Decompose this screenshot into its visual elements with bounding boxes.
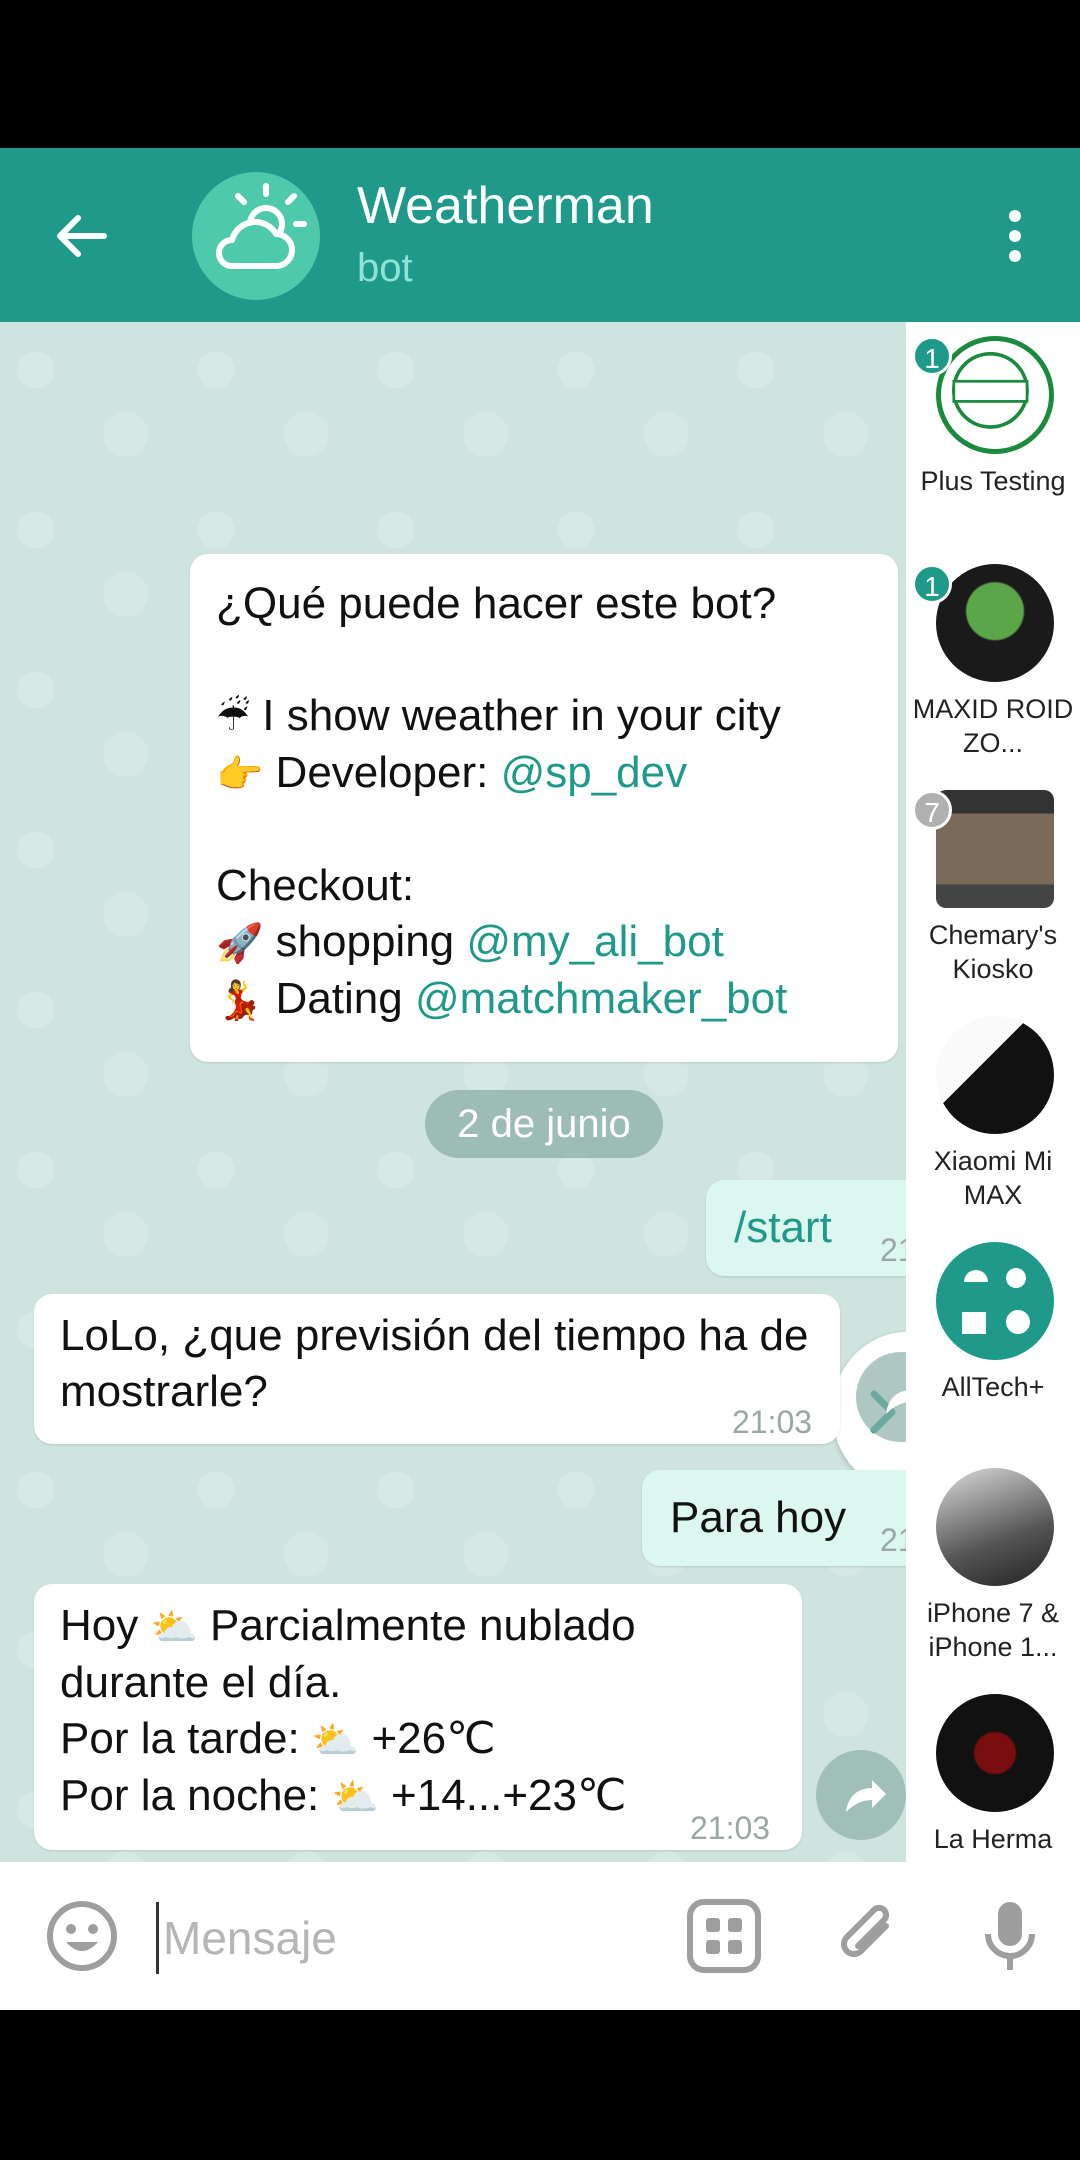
bot-avatar[interactable] — [192, 172, 320, 300]
sidebar-chat-chemarys-kiosko[interactable]: 7 Chemary's Kiosko — [906, 790, 1080, 990]
bot-commands-grid-icon[interactable] — [684, 1896, 764, 1976]
share-button[interactable] — [856, 1352, 906, 1442]
message-time: 21:03 — [690, 1810, 771, 1846]
outgoing-message: Para hoy 21 — [642, 1470, 906, 1566]
chat-area[interactable]: ¿Qué puede hacer este bot? ☔ I show weat… — [0, 322, 906, 1862]
pointing-hand-icon: 👉 — [216, 752, 264, 796]
message-composer — [0, 1862, 1080, 2010]
bot-intro-message: ¿Qué puede hacer este bot? ☔ I show weat… — [190, 554, 898, 1062]
chat-avatar — [936, 1016, 1054, 1134]
chat-name: Xiaomi Mi MAX — [933, 1146, 1053, 1210]
rocket-icon: 🚀 — [216, 921, 264, 965]
partly-cloudy-icon: ⛅ — [331, 1775, 379, 1819]
sidebar-chat-iphone[interactable]: iPhone 7 & iPhone 1... — [906, 1468, 1080, 1668]
chat-avatar — [936, 564, 1054, 682]
intro-line-developer: 👉 Developer: @sp_dev — [216, 748, 688, 797]
microphone-icon[interactable] — [970, 1896, 1050, 1976]
partly-cloudy-icon: ⛅ — [150, 1605, 198, 1649]
share-arrow-icon — [886, 1390, 906, 1414]
chat-avatar — [936, 1694, 1054, 1812]
chats-sidebar[interactable]: 1 Plus Testing 1 MAXID ROID ZO... 7 Chem… — [906, 322, 1080, 1862]
status-bar — [0, 0, 1080, 148]
chat-name: Plus Testing — [920, 466, 1066, 496]
sidebar-chat-plus-testing[interactable]: 1 Plus Testing — [906, 336, 1080, 536]
intro-line-dating: 💃 Dating @matchmaker_bot — [216, 974, 788, 1023]
message-text: LoLo, ¿que previsión del tiempo ha de mo… — [60, 1311, 809, 1416]
sidebar-chat-xiaomi-mi-max[interactable]: Xiaomi Mi MAX — [906, 1016, 1080, 1216]
date-chip: 2 de junio — [425, 1090, 663, 1158]
umbrella-icon: ☔ — [216, 695, 251, 739]
mention-link[interactable]: @sp_dev — [501, 748, 688, 797]
chat-name: Chemary's Kiosko — [928, 920, 1058, 984]
chat-header: Weatherman bot — [0, 148, 1080, 322]
sidebar-chat-alltech[interactable]: AllTech+ — [906, 1242, 1080, 1442]
chat-subtitle: bot — [357, 246, 413, 290]
chat-avatar — [936, 790, 1054, 908]
back-arrow-icon[interactable] — [52, 206, 112, 266]
chat-avatar — [936, 1468, 1054, 1586]
intro-line-shopping: 🚀 shopping @my_ali_bot — [216, 917, 724, 966]
chat-avatar — [936, 336, 1054, 454]
message-time: 21:03 — [732, 1404, 813, 1440]
chat-name: MAXID ROID ZO... — [912, 694, 1074, 758]
forecast-message: Hoy ⛅ Parcialmente nublado durante el dí… — [34, 1584, 802, 1850]
chat-name: AllTech+ — [941, 1372, 1045, 1402]
mention-link[interactable]: @matchmaker_bot — [415, 974, 787, 1023]
chat-name: La Herma — [933, 1824, 1053, 1854]
unread-badge: 1 — [912, 336, 952, 376]
emoji-smiley-icon[interactable] — [42, 1896, 122, 1976]
chat-title[interactable]: Weatherman — [357, 176, 654, 236]
dancer-icon: 💃 — [216, 978, 264, 1022]
message-time: 21 — [880, 1522, 906, 1558]
intro-heading: ¿Qué puede hacer este bot? — [216, 579, 777, 628]
weather-cloud-sun-icon — [216, 183, 307, 269]
intro-line-weather: ☔ I show weather in your city — [216, 691, 781, 740]
sidebar-chat-la-herma[interactable]: La Herma — [906, 1694, 1080, 1862]
chat-name: iPhone 7 & iPhone 1... — [926, 1598, 1060, 1662]
message-text: Para hoy — [670, 1493, 847, 1542]
mention-link[interactable]: @my_ali_bot — [466, 917, 723, 966]
unread-badge: 1 — [912, 564, 952, 604]
message-time: 21 — [880, 1232, 906, 1268]
intro-checkout: Checkout: — [216, 861, 415, 910]
attach-paperclip-icon[interactable] — [828, 1896, 908, 1976]
message-text[interactable]: /start — [734, 1200, 832, 1256]
message-input[interactable] — [156, 1902, 665, 1974]
chat-avatar — [936, 1242, 1054, 1360]
system-nav-bar — [0, 2010, 1080, 2160]
share-button[interactable] — [816, 1750, 906, 1840]
sidebar-chat-maxid-roid[interactable]: 1 MAXID ROID ZO... — [906, 564, 1080, 764]
android-apple-windows-linux-icon — [962, 1268, 1030, 1334]
incoming-message: LoLo, ¿que previsión del tiempo ha de mo… — [34, 1294, 840, 1444]
testing-stamp-icon — [951, 351, 1029, 429]
outgoing-message: /start 21 — [706, 1180, 906, 1276]
more-options-icon[interactable] — [1000, 206, 1030, 266]
share-arrow-icon — [846, 1780, 886, 1812]
unread-badge: 7 — [912, 790, 952, 830]
partly-cloudy-icon: ⛅ — [311, 1718, 360, 1762]
